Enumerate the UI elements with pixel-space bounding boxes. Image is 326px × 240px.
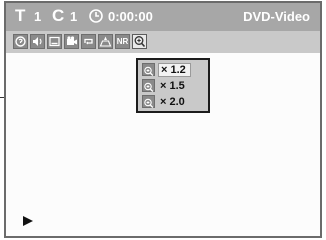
zoom-option-label: × 1.5 xyxy=(160,80,185,92)
title-icon: T xyxy=(15,6,26,25)
zoom-ratio-menu: × 1.2 × 1.5 × 2.0 xyxy=(136,58,210,113)
zoom-icon[interactable] xyxy=(132,34,147,49)
audio-icon[interactable] xyxy=(30,34,45,49)
zoom-option-1-5[interactable]: × 1.5 xyxy=(142,79,206,93)
play-icon xyxy=(23,216,33,226)
osd-screen: T 1 C 1 0:00:00 DVD-Video NR × 1.2 × 1.5… xyxy=(4,1,322,238)
disc-type-label: DVD-Video xyxy=(243,9,310,24)
zoom-icon xyxy=(142,63,155,77)
subtitle-icon[interactable] xyxy=(47,34,62,49)
zoom-icon xyxy=(142,95,155,109)
chapter-number: 1 xyxy=(70,9,78,24)
noise-reduction-icon[interactable]: NR xyxy=(115,34,130,49)
search-icon[interactable] xyxy=(13,34,28,49)
zoom-option-label: × 1.2 xyxy=(158,63,191,77)
marker-icon[interactable] xyxy=(98,34,113,49)
title-number: 1 xyxy=(34,9,42,24)
elapsed-time: 0:00:00 xyxy=(108,9,153,24)
repeat-icon[interactable] xyxy=(81,34,96,49)
camera-angle-icon[interactable] xyxy=(64,34,79,49)
zoom-option-1-2[interactable]: × 1.2 xyxy=(142,63,206,77)
zoom-icon xyxy=(142,79,155,93)
clock-icon xyxy=(89,9,103,23)
function-icon-bar: NR xyxy=(6,31,320,53)
zoom-option-label: × 2.0 xyxy=(160,96,185,108)
zoom-option-2-0[interactable]: × 2.0 xyxy=(142,95,206,109)
status-bar: T 1 C 1 0:00:00 DVD-Video xyxy=(6,3,320,31)
chapter-icon: C xyxy=(52,6,65,25)
